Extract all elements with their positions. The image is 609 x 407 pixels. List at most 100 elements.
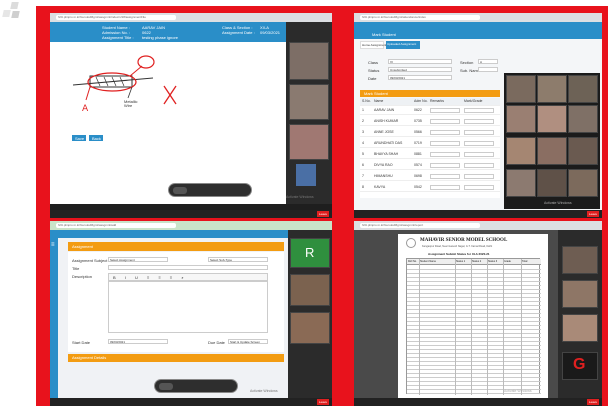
- class-select[interactable]: XI: [388, 59, 452, 64]
- report-column-header: Status 2: [472, 260, 482, 263]
- report-document: MAHAVIR SENIOR MODEL SCHOOL Kanganpur Ro…: [398, 234, 548, 398]
- form-label-status: Status: [368, 68, 380, 73]
- participant-avatar-g[interactable]: G: [562, 352, 598, 380]
- date-field[interactable]: 09/03/2021: [388, 75, 452, 80]
- participant-video-12[interactable]: [568, 169, 598, 197]
- title-input[interactable]: [108, 265, 268, 270]
- subject-select[interactable]: Select Assignment: [108, 257, 168, 262]
- table-cell: 0574: [414, 163, 422, 167]
- remarks-input[interactable]: [430, 130, 460, 135]
- leave-button[interactable]: Leave: [317, 399, 329, 405]
- subject-select[interactable]: [478, 67, 498, 72]
- save-button[interactable]: Save: [72, 135, 86, 141]
- participant-video-2[interactable]: [537, 75, 567, 103]
- participant-video-3[interactable]: [562, 314, 598, 342]
- participant-video-6[interactable]: [568, 105, 598, 133]
- participant-video-7[interactable]: [506, 137, 536, 165]
- meeting-controls-pill[interactable]: [154, 379, 238, 393]
- remarks-input[interactable]: [430, 108, 460, 113]
- participant-video-4[interactable]: [506, 105, 536, 133]
- remarks-input[interactable]: [430, 152, 460, 157]
- title-label: Assignment Title :: [102, 35, 134, 40]
- meeting-toolbar: Leave: [50, 210, 332, 218]
- participant-video-11[interactable]: [537, 169, 567, 197]
- tab-home-assignment[interactable]: Home Assignment: [360, 41, 386, 49]
- form-label-section: Section: [460, 60, 474, 65]
- grade-input[interactable]: [464, 174, 494, 179]
- table-cell: 4: [362, 141, 364, 145]
- leave-button[interactable]: Leave: [587, 211, 599, 217]
- grade-input[interactable]: [464, 141, 494, 146]
- table-cell: 0566: [414, 130, 422, 134]
- table-cell: ARUNDHATI DAS: [374, 141, 403, 145]
- form-label-class: Class: [368, 60, 379, 65]
- report-column-header: Status 1: [456, 260, 466, 263]
- school-logo: [406, 238, 416, 248]
- form-card: Assignment Subject Select Assignment Sel…: [68, 252, 284, 352]
- participant-video-9[interactable]: [568, 137, 598, 165]
- date-value: 09/03/2021: [260, 30, 281, 35]
- grade-input[interactable]: [464, 152, 494, 157]
- shared-screen-bottom-right: hrbl.plinpro.in.kr/GurukulMgmt/assgmnt/r…: [354, 221, 602, 406]
- grade-input[interactable]: [464, 185, 494, 190]
- grade-input[interactable]: [464, 130, 494, 135]
- editor-toolbar[interactable]: B I U ≡ ≡ ≡ ⌕: [108, 273, 268, 281]
- participant-video-3[interactable]: [568, 75, 598, 103]
- participant-video-2[interactable]: [562, 280, 598, 308]
- participant-video-1[interactable]: [289, 42, 329, 80]
- browser-url-bar[interactable]: hrbl.plinpro.in.kr/GurukulMgmt/assgmnt/r…: [354, 221, 602, 230]
- remarks-input[interactable]: [430, 119, 460, 124]
- participant-thumbnail-4[interactable]: [296, 164, 316, 186]
- tab-uploaded-assignment[interactable]: Uploaded Assignment: [386, 41, 420, 49]
- mic-button[interactable]: [173, 187, 187, 194]
- remarks-input[interactable]: [430, 185, 460, 190]
- section-title-bar: Assignment Details: [68, 354, 284, 362]
- table-cell: 0719: [414, 141, 422, 145]
- participant-video-1[interactable]: [506, 75, 536, 103]
- section-select[interactable]: A: [478, 59, 498, 64]
- participant-video-2[interactable]: [289, 84, 329, 120]
- menu-icon[interactable]: ≡: [51, 242, 55, 248]
- table-row: 4 ARUNDHATI DAS 0719: [360, 140, 500, 148]
- status-select[interactable]: Unsubmitted: [388, 67, 452, 72]
- meeting-controls-pill[interactable]: [168, 183, 252, 197]
- browser-url-bar[interactable]: hrbl.plinpro.in.kr/GurukulMgmt/assgmnt/i…: [50, 13, 332, 22]
- shared-screen-top-left: hrbl.plinpro.in.kr/GurukulMgmt/assgmnt/i…: [50, 13, 332, 218]
- participant-video-2[interactable]: [290, 274, 330, 306]
- participant-video-5[interactable]: [537, 105, 567, 133]
- table-cell: 2: [362, 119, 364, 123]
- remarks-input[interactable]: [430, 141, 460, 146]
- table-cell: ANISH KUMAR: [374, 119, 399, 123]
- remarks-input[interactable]: [430, 163, 460, 168]
- grade-input[interactable]: [464, 119, 494, 124]
- participant-video-8[interactable]: [537, 137, 567, 165]
- participant-video-10[interactable]: [506, 169, 536, 197]
- grade-input[interactable]: [464, 163, 494, 168]
- grade-input[interactable]: [464, 108, 494, 113]
- table-cell: 3: [362, 130, 364, 134]
- leave-button[interactable]: Leave: [317, 211, 329, 217]
- participants-panel: R: [288, 230, 332, 398]
- participant-avatar-r[interactable]: R: [290, 238, 330, 268]
- label-subject: Assignment Subject: [72, 258, 108, 263]
- report-table: Roll No. Student Name Status 1 Status 2 Stat…: [406, 258, 541, 395]
- participants-panel: [286, 22, 332, 204]
- subtype-select[interactable]: Select Sub-Type: [208, 257, 268, 262]
- mic-button[interactable]: [159, 383, 173, 390]
- browser-url-bar[interactable]: hrbl.plinpro.in.kr/GurukulMgmt/attendanc…: [354, 13, 602, 22]
- start-date-field[interactable]: 09/03/2021: [108, 339, 168, 344]
- table-row: 1 AARAV JAIN 0622: [360, 107, 500, 115]
- participant-video-3[interactable]: [289, 124, 329, 160]
- back-button[interactable]: Back: [89, 135, 103, 141]
- report-column-header: Grade: [504, 260, 511, 263]
- remarks-input[interactable]: [430, 174, 460, 179]
- url-text: hrbl.plinpro.in.kr/GurukulMgmt/assgmnt/i…: [56, 15, 176, 20]
- side-nav[interactable]: ≡: [50, 238, 58, 398]
- participant-video-3[interactable]: [290, 312, 330, 344]
- description-editor[interactable]: [108, 281, 268, 333]
- shared-screen-top-right: hrbl.plinpro.in.kr/GurukulMgmt/attendanc…: [354, 13, 602, 218]
- due-date-field[interactable]: Start & Update Screen: [228, 339, 268, 344]
- leave-button[interactable]: Leave: [587, 399, 599, 405]
- browser-url-bar[interactable]: hrbl.plinpro.in.kr/GurukulMgmt/assgmnt/a…: [50, 221, 332, 230]
- participant-video-1[interactable]: [562, 246, 598, 274]
